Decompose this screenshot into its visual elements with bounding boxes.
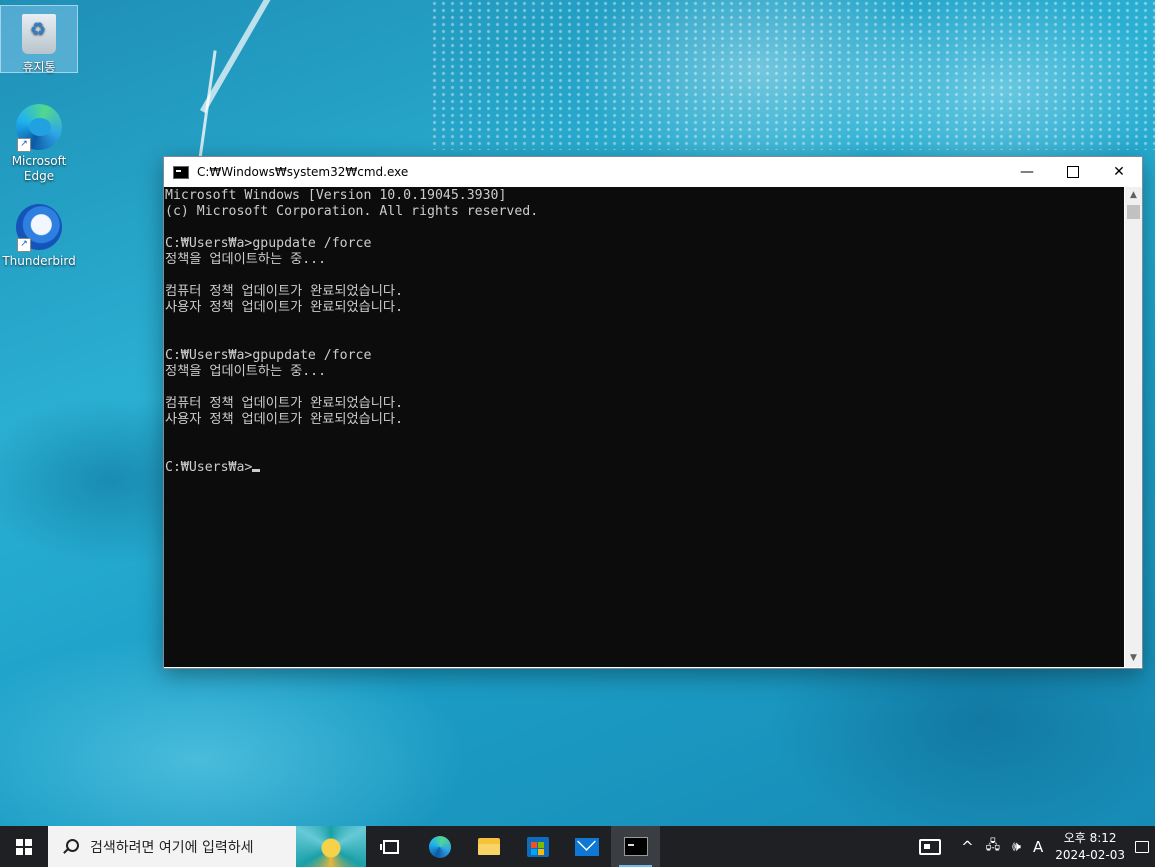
- console-line: C:₩Users₩a>gpupdate /force: [165, 348, 1124, 364]
- folder-icon: [477, 838, 500, 855]
- console-line-text: 사용자 정책 업데이트가 완료되었습니다.: [165, 300, 404, 315]
- system-tray: ^ 🖧 🕪 A 오후 8:12 2024-02-03: [905, 826, 1155, 867]
- maximize-button[interactable]: [1050, 157, 1096, 187]
- news-icon: [919, 838, 942, 855]
- scroll-up-button[interactable]: ▲: [1125, 187, 1142, 204]
- desktop-icon-label: Microsoft: [11, 154, 67, 168]
- windows-logo-icon: [16, 838, 32, 855]
- mail-icon: [574, 837, 599, 856]
- search-highlight-illustration[interactable]: [296, 826, 366, 867]
- clock-date: 2024-02-03: [1055, 847, 1125, 862]
- console-line: C:₩Users₩a>gpupdate /force: [165, 236, 1124, 252]
- desktop-icon-recycle-bin[interactable]: 휴지통: [0, 5, 78, 74]
- console-line-text: 정책을 업데이트하는 중...: [165, 364, 327, 379]
- console-line-text: 컴퓨터 정책 업데이트가 완료되었습니다.: [165, 396, 404, 411]
- console-line: 정책을 업데이트하는 중...: [165, 252, 1124, 268]
- shortcut-arrow-icon: ↗: [17, 138, 31, 152]
- console-line-text: (c) Microsoft Corporation. All rights re…: [165, 204, 539, 219]
- edge-icon: ↗: [15, 104, 63, 152]
- console-line-text: 컴퓨터 정책 업데이트가 완료되었습니다.: [165, 284, 404, 299]
- console-line-text: 사용자 정책 업데이트가 완료되었습니다.: [165, 412, 404, 427]
- clock[interactable]: 오후 8:12 2024-02-03: [1049, 826, 1131, 867]
- speaker-icon: 🕪: [1012, 838, 1021, 855]
- edge-icon: [428, 835, 451, 858]
- desktop-icon-label: Edge: [23, 169, 55, 183]
- notification-center-button[interactable]: [1131, 826, 1155, 867]
- console-line-text: Microsoft Windows [Version 10.0.19045.39…: [165, 188, 507, 203]
- desktop-icon-microsoft-edge[interactable]: ↗ Microsoft Edge: [1, 100, 77, 184]
- console-line: 사용자 정책 업데이트가 완료되었습니다.: [165, 300, 1124, 316]
- desktop-icon-label: 휴지통: [22, 60, 56, 74]
- taskbar-mail[interactable]: [562, 826, 611, 867]
- task-view-icon: [379, 839, 399, 854]
- maximize-icon: [1067, 166, 1079, 178]
- start-button[interactable]: [0, 826, 48, 867]
- console-line: 정책을 업데이트하는 중...: [165, 364, 1124, 380]
- close-button[interactable]: ✕: [1096, 157, 1142, 187]
- chevron-up-icon: ^: [961, 837, 974, 856]
- network-icon: 🖧: [985, 837, 1001, 853]
- volume-button[interactable]: 🕪: [1006, 826, 1027, 867]
- show-hidden-icons-button[interactable]: ^: [955, 826, 980, 867]
- console-line-text: 정책을 업데이트하는 중...: [165, 252, 327, 267]
- recycle-bin-icon: [15, 10, 63, 58]
- store-icon: [526, 836, 549, 857]
- search-icon: [62, 838, 79, 855]
- input-method-indicator: A: [1032, 837, 1044, 856]
- scroll-down-button[interactable]: ▼: [1125, 650, 1142, 667]
- vertical-scrollbar[interactable]: ▲ ▼: [1125, 187, 1142, 667]
- console-line-text: C:₩Users₩a>gpupdate /force: [165, 348, 372, 363]
- taskbar-file-explorer[interactable]: [464, 826, 513, 867]
- task-view-button[interactable]: [366, 826, 415, 867]
- notification-icon: [1135, 840, 1149, 853]
- console-output[interactable]: Microsoft Windows [Version 10.0.19045.39…: [164, 187, 1124, 667]
- console-line: 컴퓨터 정책 업데이트가 완료되었습니다.: [165, 284, 1124, 300]
- wallpaper-water-sparkle: [430, 0, 1155, 150]
- console-line: (c) Microsoft Corporation. All rights re…: [165, 204, 1124, 220]
- minimize-button[interactable]: —: [1004, 157, 1050, 187]
- desktop-icon-thunderbird[interactable]: ↗ Thunderbird: [1, 200, 77, 269]
- cmd-app-icon[interactable]: [173, 165, 189, 179]
- console-line-text: C:₩Users₩a>: [165, 460, 253, 475]
- wallpaper-mast: [198, 0, 276, 160]
- console-line-text: C:₩Users₩a>gpupdate /force: [165, 236, 372, 251]
- console-line: Microsoft Windows [Version 10.0.19045.39…: [165, 188, 1124, 204]
- console-line: 사용자 정책 업데이트가 완료되었습니다.: [165, 412, 1124, 428]
- cmd-window[interactable]: C:₩Windows₩system32₩cmd.exe — ✕ Microsof…: [163, 156, 1143, 669]
- console-line: C:₩Users₩a>: [165, 460, 1124, 476]
- taskbar-command-prompt[interactable]: [611, 826, 660, 867]
- console-line: 컴퓨터 정책 업데이트가 완료되었습니다.: [165, 396, 1124, 412]
- clock-time: 오후 8:12: [1063, 830, 1117, 845]
- shortcut-arrow-icon: ↗: [17, 238, 31, 252]
- news-and-interests-button[interactable]: [905, 826, 955, 867]
- taskbar-search-box[interactable]: 검색하려면 여기에 입력하세: [48, 826, 366, 867]
- network-button[interactable]: 🖧: [980, 826, 1007, 867]
- window-titlebar[interactable]: C:₩Windows₩system32₩cmd.exe — ✕: [164, 157, 1142, 187]
- thunderbird-icon: ↗: [15, 204, 63, 252]
- window-title: C:₩Windows₩system32₩cmd.exe: [197, 165, 409, 179]
- taskbar: 검색하려면 여기에 입력하세 ^ 🖧 🕪 A 오후 8:12 2024-02-0…: [0, 826, 1155, 867]
- taskbar-microsoft-store[interactable]: [513, 826, 562, 867]
- desktop-icon-label: Thunderbird: [2, 254, 76, 268]
- search-placeholder: 검색하려면 여기에 입력하세: [90, 839, 254, 856]
- cmd-icon: [623, 837, 648, 856]
- scroll-thumb[interactable]: [1127, 205, 1140, 219]
- taskbar-edge[interactable]: [415, 826, 464, 867]
- text-cursor: [252, 469, 261, 472]
- input-method-button[interactable]: A: [1027, 826, 1049, 867]
